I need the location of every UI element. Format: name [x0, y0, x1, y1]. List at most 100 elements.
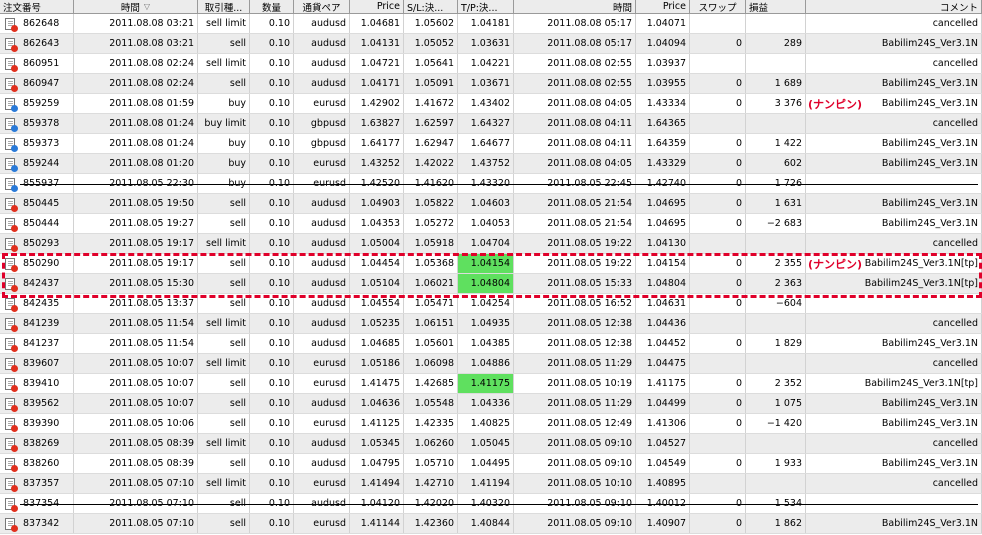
cell-value: 2011.08.08 04:05: [547, 98, 632, 109]
cell-open-time: 2011.08.05 13:37: [74, 294, 198, 313]
order-number: 862648: [23, 18, 60, 29]
cell-value: 602: [783, 158, 802, 169]
buy-order-icon: [5, 177, 18, 192]
table-row[interactable]: 841237 2011.08.05 11:54 sell 0.10 audusd 1.04…: [0, 334, 982, 354]
cell-value: 1.05186: [360, 358, 400, 369]
cell-open-time: 2011.08.08 01:59: [74, 94, 198, 113]
cell-value: 2011.08.08 02:24: [109, 78, 194, 89]
header-sl[interactable]: S/L:決...: [404, 0, 458, 13]
header-close-time[interactable]: 時間: [514, 0, 636, 13]
cell-close-time: 2011.08.05 12:49: [514, 414, 636, 433]
table-row[interactable]: 859378 2011.08.08 01:24 buy limit 0.10 gbpus…: [0, 114, 982, 134]
table-row[interactable]: 839410 2011.08.05 10:07 sell 0.10 eurusd 1.41…: [0, 374, 982, 394]
header-close-price[interactable]: Price: [636, 0, 690, 13]
cell-value: 1.04071: [646, 18, 686, 29]
table-row[interactable]: 838260 2011.08.05 08:39 sell 0.10 audusd 1.04…: [0, 454, 982, 474]
header-order[interactable]: 注文番号: [0, 0, 74, 13]
cell-close-time: 2011.08.08 04:11: [514, 134, 636, 153]
sell-order-icon: [5, 37, 18, 52]
table-row[interactable]: 850444 2011.08.05 19:27 sell 0.10 audusd 1.04…: [0, 214, 982, 234]
cell-sl: 1.05602: [404, 14, 458, 33]
cell-value: 1.04452: [646, 338, 686, 349]
order-number: 842435: [23, 298, 60, 309]
cell-symbol: audusd: [294, 334, 350, 353]
status-dot-icon: [11, 444, 18, 452]
cell-close-time: 2011.08.05 12:38: [514, 334, 636, 353]
cell-value: sell: [229, 338, 246, 349]
cell-sl: 1.42022: [404, 154, 458, 173]
header-symbol[interactable]: 通貨ペア: [294, 0, 350, 13]
cell-value: 2011.08.05 11:54: [109, 338, 194, 349]
cell-value: 1.04549: [646, 458, 686, 469]
cell-type: sell: [198, 454, 250, 473]
table-row[interactable]: 837354 2011.08.05 07:10 sell 0.10 audusd 1.04…: [0, 494, 982, 514]
sell-order-icon: [5, 317, 18, 332]
header-size[interactable]: 数量: [250, 0, 294, 13]
header-type[interactable]: 取引種...: [198, 0, 250, 13]
header-swap[interactable]: スワップ: [690, 0, 746, 13]
cell-close-time: 2011.08.08 02:55: [514, 54, 636, 73]
cell-value: 2011.08.05 12:49: [547, 418, 632, 429]
cell-close-price: 1.04549: [636, 454, 690, 473]
cell-size: 0.10: [250, 234, 294, 253]
cell-profit: −1 420: [746, 414, 806, 433]
cell-value: cancelled: [932, 478, 978, 489]
cell-value: 1.06151: [414, 318, 454, 329]
cell-open-price: 1.05004: [350, 234, 404, 253]
cell-sl: 1.05710: [404, 454, 458, 473]
table-row[interactable]: 850293 2011.08.05 19:17 sell limit 0.10 audu…: [0, 234, 982, 254]
header-open-time[interactable]: 時間 ▽: [74, 0, 198, 13]
cell-comment: Babilim24S_Ver3.1N: [806, 74, 982, 93]
table-row[interactable]: 839562 2011.08.05 10:07 sell 0.10 audusd 1.04…: [0, 394, 982, 414]
cell-value: eurusd: [313, 418, 346, 429]
cell-value: 1.04704: [470, 238, 510, 249]
header-comment[interactable]: コメント: [806, 0, 982, 13]
cell-tp: 1.04804: [458, 274, 514, 293]
cell-sl: 1.05052: [404, 34, 458, 53]
table-row[interactable]: 860951 2011.08.08 02:24 sell limit 0.10 audu…: [0, 54, 982, 74]
cell-tp: 1.04221: [458, 54, 514, 73]
cell-profit: 1 689: [746, 74, 806, 93]
table-row[interactable]: 837342 2011.08.05 07:10 sell 0.10 eurusd 1.41…: [0, 514, 982, 534]
cell-value: 0: [735, 338, 742, 349]
cell-value: 0.10: [268, 438, 290, 449]
table-row[interactable]: 842437 2011.08.05 15:30 sell 0.10 audusd 1.05…: [0, 274, 982, 294]
order-number: 838260: [23, 458, 60, 469]
table-row[interactable]: 838269 2011.08.05 08:39 sell limit 0.10 audu…: [0, 434, 982, 454]
table-row[interactable]: 837357 2011.08.05 07:10 sell limit 0.10 euru…: [0, 474, 982, 494]
cell-profit: 2 352: [746, 374, 806, 393]
cell-type: sell: [198, 254, 250, 273]
header-profit[interactable]: 損益: [746, 0, 806, 13]
cell-value: cancelled: [932, 238, 978, 249]
cell-value: 2011.08.05 19:17: [109, 258, 194, 269]
table-row[interactable]: 839390 2011.08.05 10:06 sell 0.10 eurusd 1.41…: [0, 414, 982, 434]
table-row[interactable]: 842435 2011.08.05 13:37 sell 0.10 audusd 1.04…: [0, 294, 982, 314]
table-row[interactable]: 862648 2011.08.08 03:21 sell limit 0.10 audu…: [0, 14, 982, 34]
table-row[interactable]: 855937 2011.08.05 22:30 buy 0.10 eurusd 1.425…: [0, 174, 982, 194]
cell-symbol: audusd: [294, 394, 350, 413]
table-row[interactable]: 859244 2011.08.08 01:20 buy 0.10 eurusd 1.432…: [0, 154, 982, 174]
cell-tp: 1.04603: [458, 194, 514, 213]
cell-value: 1.04130: [646, 238, 686, 249]
cell-value: 1.05368: [414, 258, 454, 269]
header-open-price[interactable]: Price: [350, 0, 404, 13]
cell-value: 1.62597: [414, 118, 454, 129]
sort-down-arrow-icon[interactable]: ▽: [144, 2, 150, 11]
table-row[interactable]: 850445 2011.08.05 19:50 sell 0.10 audusd 1.04…: [0, 194, 982, 214]
table-row[interactable]: 859373 2011.08.08 01:24 buy 0.10 gbpusd 1.641…: [0, 134, 982, 154]
table-row[interactable]: 860947 2011.08.08 02:24 sell 0.10 audusd 1.04…: [0, 74, 982, 94]
cell-value: 1.64177: [360, 138, 400, 149]
cell-tp: 1.05045: [458, 434, 514, 453]
table-row[interactable]: 839607 2011.08.05 10:07 sell limit 0.10 euru…: [0, 354, 982, 374]
table-row[interactable]: 862643 2011.08.08 03:21 sell 0.10 audusd 1.04…: [0, 34, 982, 54]
table-row[interactable]: 841239 2011.08.05 11:54 sell limit 0.10 audu…: [0, 314, 982, 334]
cell-tp: 1.41175: [458, 374, 514, 393]
cell-sl: 1.42335: [404, 414, 458, 433]
cell-symbol: eurusd: [294, 414, 350, 433]
cell-value: 2011.08.08 04:05: [547, 158, 632, 169]
cell-close-price: 1.04475: [636, 354, 690, 373]
cell-value: 0: [735, 138, 742, 149]
header-tp[interactable]: T/P:決...: [458, 0, 514, 13]
cell-size: 0.10: [250, 254, 294, 273]
cell-close-time: 2011.08.08 05:17: [514, 34, 636, 53]
